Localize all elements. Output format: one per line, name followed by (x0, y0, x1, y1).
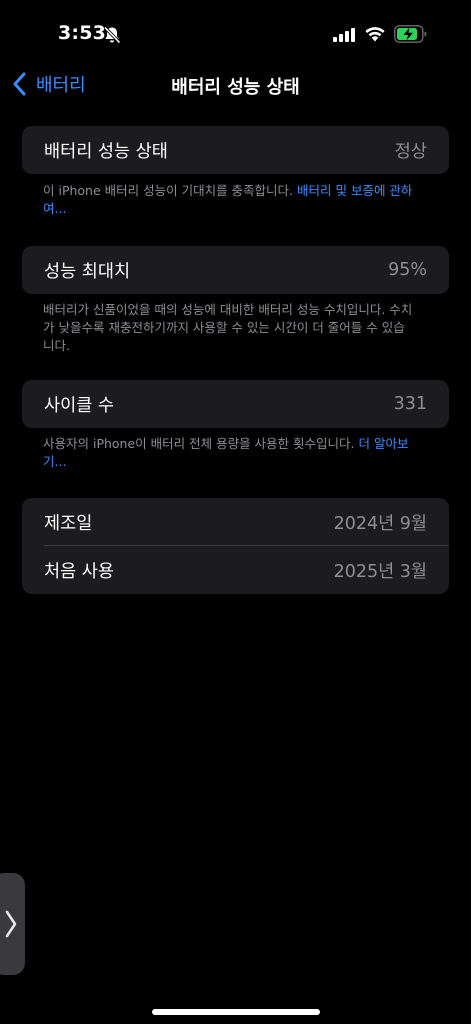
battery-health-footnote: 이 iPhone 배터리 성능이 기대치를 충족합니다. 배터리 및 보증에 관… (43, 182, 413, 218)
cycle-count-footnote-text: 사용자의 iPhone이 배터리 전체 용량을 사용한 횟수입니다. (43, 436, 359, 451)
cycle-count-card: 사이클 수 331 (22, 380, 449, 428)
cycle-count-footnote: 사용자의 iPhone이 배터리 전체 용량을 사용한 횟수입니다. 더 알아보… (43, 435, 413, 471)
wifi-icon (365, 27, 385, 42)
max-capacity-card: 성능 최대치 95% (22, 246, 449, 294)
page-title: 배터리 성능 상태 (171, 77, 300, 98)
max-capacity-footnote-text: 배터리가 신품이었을 때의 성능에 대비한 배터리 성능 수치입니다. 수치가 … (43, 302, 413, 353)
first-use-row: 처음 사용 2025년 3월 (22, 546, 449, 594)
manufacture-date-row: 제조일 2024년 9월 (22, 498, 449, 546)
signal-icon (333, 28, 355, 42)
navigation-bar: 배터리 배터리 성능 상태 (0, 64, 471, 104)
home-indicator[interactable] (152, 1009, 320, 1015)
status-time: 3:53 (58, 22, 107, 44)
battery-charging-icon (394, 25, 427, 43)
cycle-count-label: 사이클 수 (44, 395, 114, 416)
battery-health-footnote-text: 이 iPhone 배터리 성능이 기대치를 충족합니다. (43, 183, 298, 198)
battery-health-row: 배터리 성능 상태 정상 (22, 126, 449, 174)
chevron-right-icon (5, 910, 17, 938)
battery-health-card: 배터리 성능 상태 정상 (22, 126, 449, 174)
side-panel-handle[interactable] (0, 873, 25, 975)
cycle-count-row: 사이클 수 331 (22, 380, 449, 428)
cycle-count-value: 331 (393, 394, 427, 414)
max-capacity-row: 성능 최대치 95% (22, 246, 449, 294)
max-capacity-value: 95% (388, 260, 427, 280)
battery-health-label: 배터리 성능 상태 (44, 141, 168, 162)
max-capacity-label: 성능 최대치 (44, 261, 131, 282)
manufacture-date-value: 2024년 9월 (333, 513, 427, 534)
manufacture-date-label: 제조일 (44, 513, 93, 534)
bell-slash-icon (103, 26, 121, 44)
max-capacity-footnote: 배터리가 신품이었을 때의 성능에 대비한 배터리 성능 수치입니다. 수치가 … (43, 301, 413, 355)
dates-card: 제조일 2024년 9월 처음 사용 2025년 3월 (22, 498, 449, 594)
status-bar: 3:53 (0, 0, 471, 70)
battery-health-value: 정상 (394, 141, 427, 162)
first-use-label: 처음 사용 (44, 561, 114, 582)
first-use-value: 2025년 3월 (333, 561, 427, 582)
